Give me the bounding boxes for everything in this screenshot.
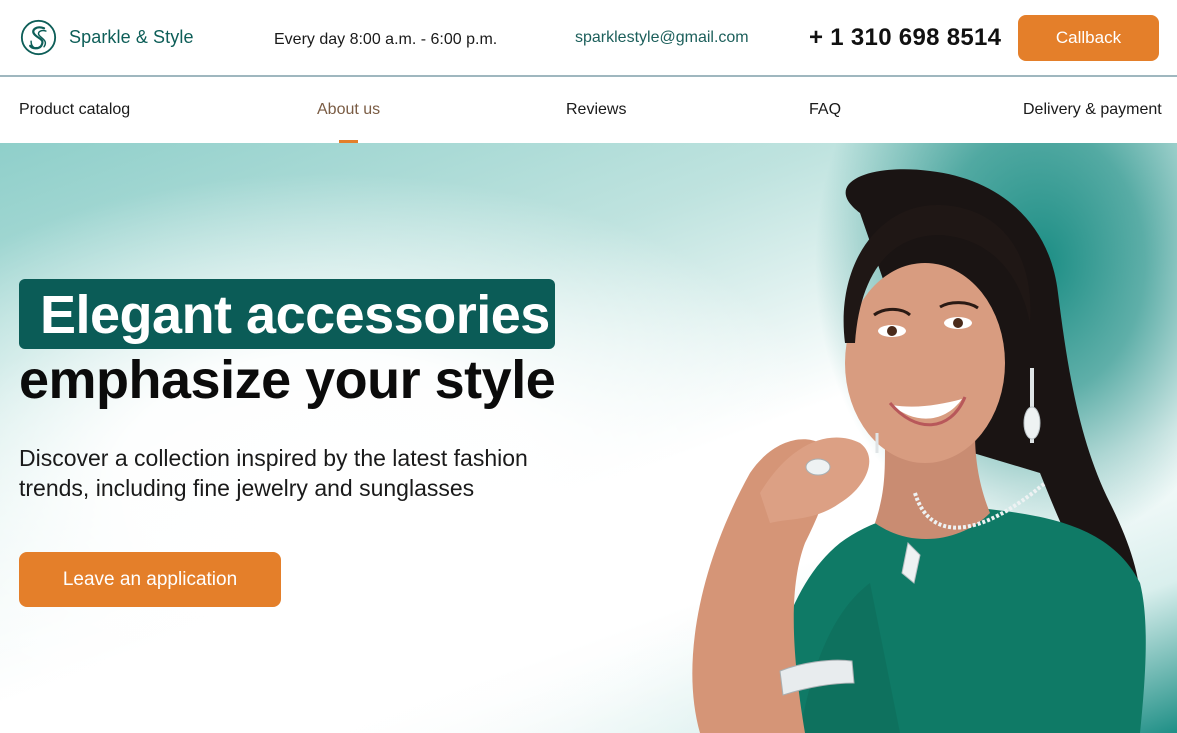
phone-number[interactable]: + 1 310 698 8514	[809, 24, 1001, 52]
nav-item-delivery-payment[interactable]: Delivery & payment	[1023, 101, 1162, 119]
ss-monogram-logo-icon	[20, 19, 57, 56]
nav-item-faq[interactable]: FAQ	[809, 101, 841, 119]
working-hours: Every day 8:00 a.m. - 6:00 p.m.	[274, 31, 498, 48]
callback-button[interactable]: Callback	[1018, 15, 1159, 61]
main-nav: Product catalog About us Reviews FAQ Del…	[0, 78, 1177, 143]
brand-logo[interactable]: Sparkle & Style	[20, 19, 194, 56]
nav-item-about-us[interactable]: About us	[317, 101, 380, 119]
hero-model-image	[692, 169, 1146, 733]
hero-subtitle: Discover a collection inspired by the la…	[19, 443, 579, 503]
hero-banner: Elegant accessories emphasize your style…	[0, 143, 1177, 733]
hero-headline: emphasize your style	[19, 350, 556, 410]
nav-item-product-catalog[interactable]: Product catalog	[19, 101, 130, 119]
hero-subtitle-line-1: Discover a collection inspired by the la…	[19, 445, 528, 471]
brand-name: Sparkle & Style	[69, 27, 194, 47]
nav-item-reviews[interactable]: Reviews	[566, 101, 626, 119]
hero-subtitle-line-2: trends, including fine jewelry and sungl…	[19, 475, 475, 501]
email-link[interactable]: sparklestyle@gmail.com	[575, 29, 749, 47]
hero-headline-highlight: Elegant accessories	[40, 285, 550, 345]
top-header: Sparkle & Style Every day 8:00 a.m. - 6:…	[0, 0, 1177, 77]
leave-application-button[interactable]: Leave an application	[19, 552, 281, 607]
